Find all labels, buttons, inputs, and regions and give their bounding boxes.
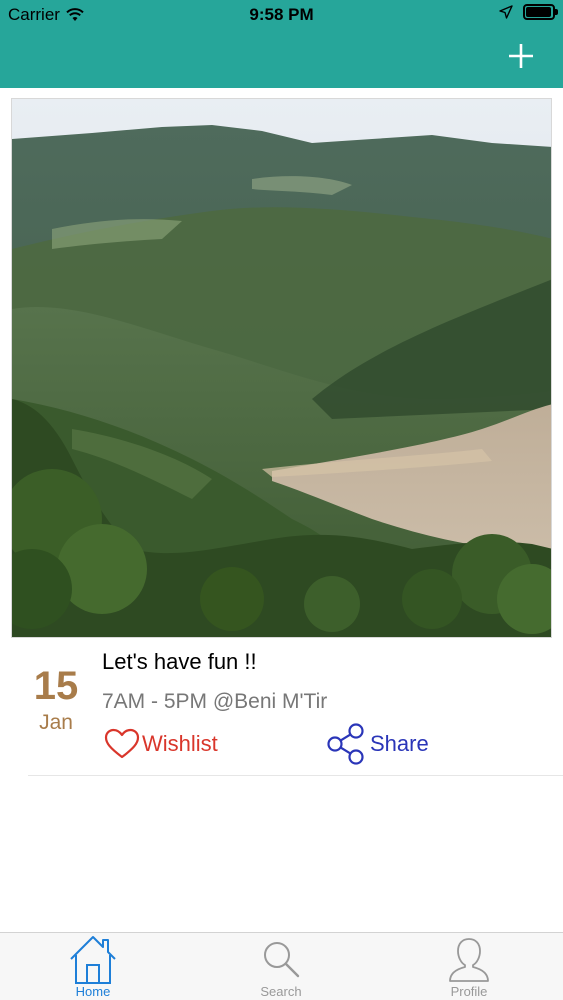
event-date: 15 Jan xyxy=(18,663,94,735)
home-icon xyxy=(70,936,116,984)
navigation-bar: Carrier 9:58 PM xyxy=(0,0,563,88)
wishlist-label: Wishlist xyxy=(142,731,218,756)
plus-icon xyxy=(509,44,533,68)
event-card: 15 Jan Let's have fun !! 7AM - 5PM @Beni… xyxy=(0,88,563,776)
heart-icon xyxy=(104,728,140,759)
search-icon xyxy=(264,942,300,978)
event-actions: Wishlist Share xyxy=(104,723,544,765)
tab-home[interactable]: Home xyxy=(33,933,153,1000)
share-label: Share xyxy=(370,731,429,756)
tab-search[interactable]: Search xyxy=(221,933,341,1000)
add-button[interactable] xyxy=(501,36,541,76)
event-day: 15 xyxy=(33,664,79,708)
share-button[interactable]: Share xyxy=(326,723,429,765)
status-bar: Carrier 9:58 PM xyxy=(0,0,563,28)
status-time: 9:58 PM xyxy=(249,5,314,24)
card-divider xyxy=(28,775,563,776)
share-icon xyxy=(327,723,364,765)
event-time-location: 7AM - 5PM @Beni M'Tir xyxy=(102,690,328,713)
event-title: Let's have fun !! xyxy=(102,649,257,674)
status-right xyxy=(499,4,558,20)
tab-home-label: Home xyxy=(75,984,111,999)
event-photo[interactable] xyxy=(11,98,552,638)
tab-search-label: Search xyxy=(260,984,302,999)
tab-profile[interactable]: Profile xyxy=(409,933,529,1000)
person-icon xyxy=(449,938,489,982)
wishlist-button[interactable]: Wishlist xyxy=(104,724,218,764)
location-arrow-icon xyxy=(499,5,513,19)
event-month: Jan xyxy=(39,711,73,734)
battery-icon xyxy=(523,4,558,20)
tab-profile-label: Profile xyxy=(450,984,488,999)
tab-bar: Home Search Profile xyxy=(0,932,563,1000)
landscape-photo xyxy=(12,99,551,637)
